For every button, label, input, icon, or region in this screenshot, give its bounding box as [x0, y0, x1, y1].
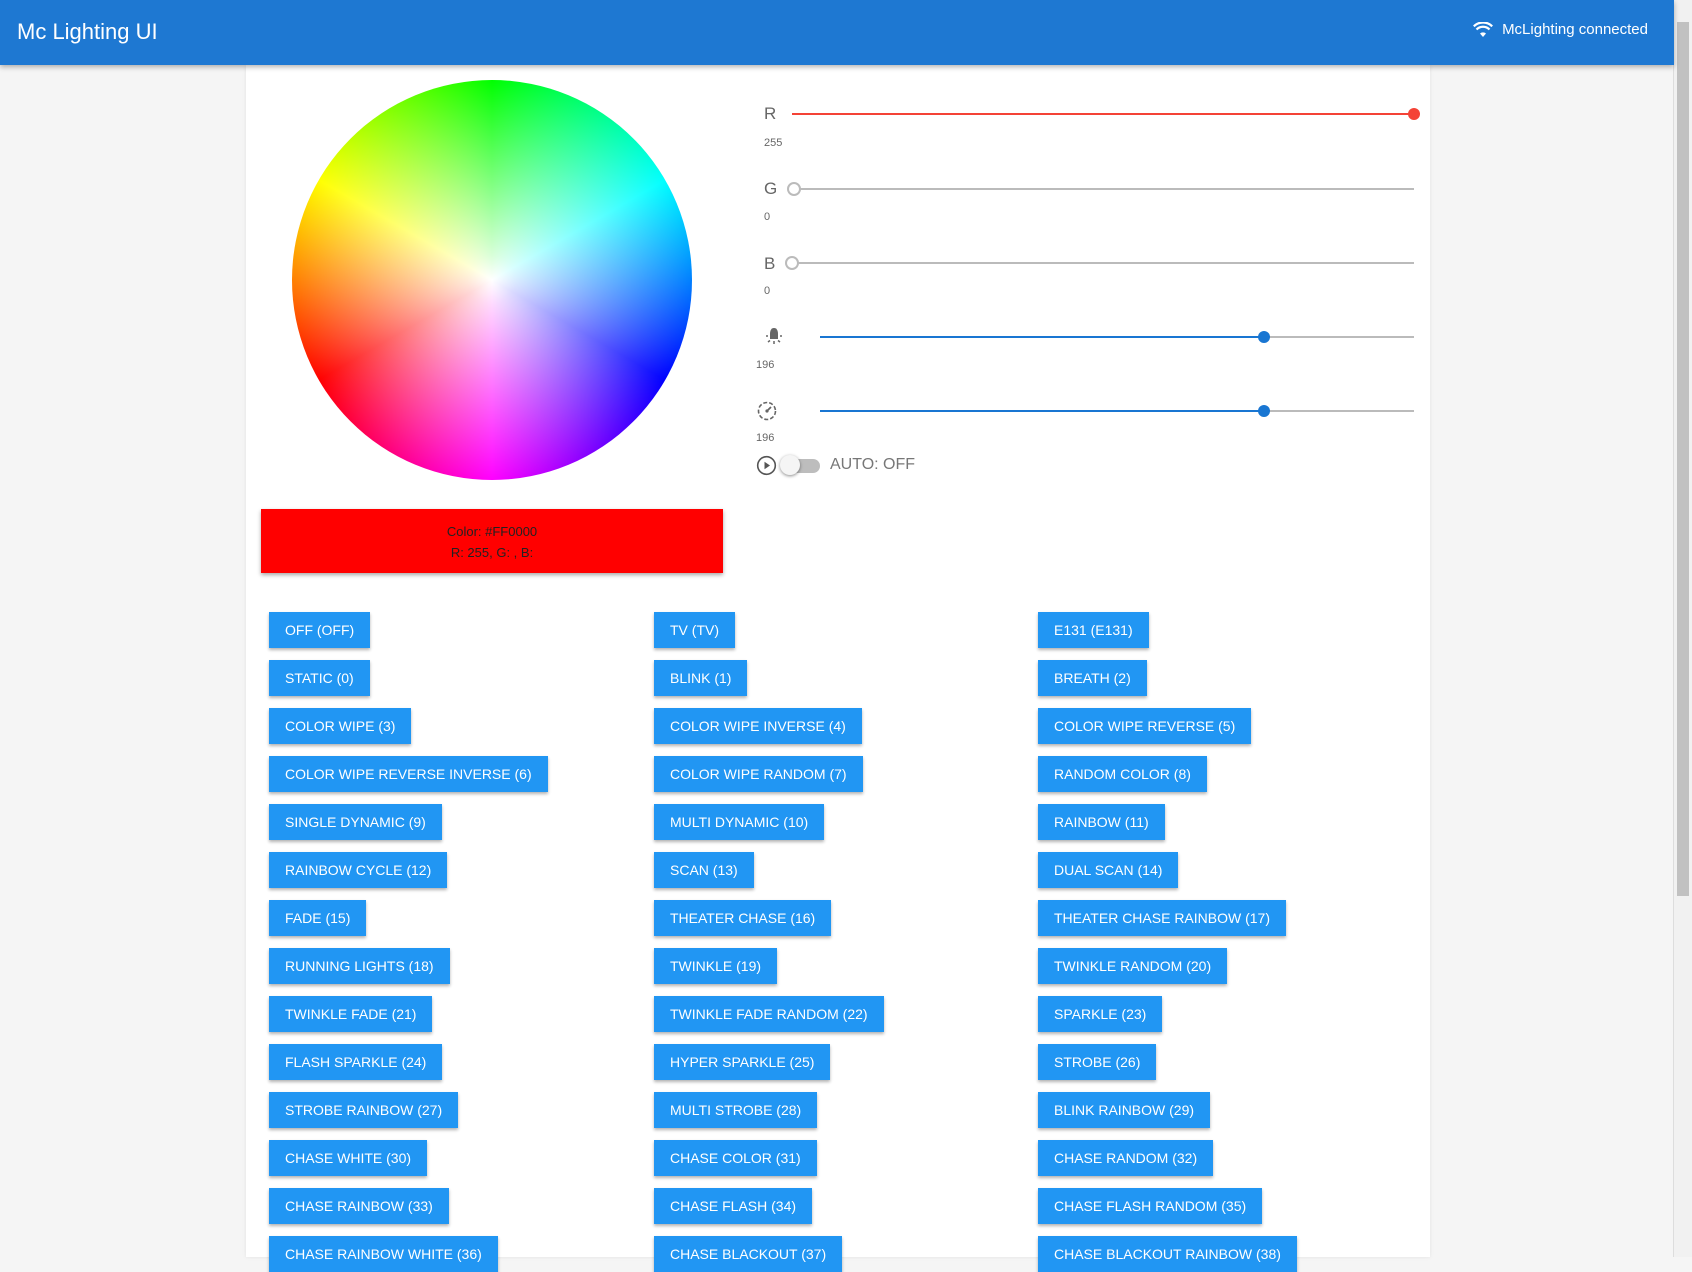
- speed-slider-thumb[interactable]: [1258, 405, 1270, 417]
- mode-button[interactable]: TWINKLE RANDOM (20): [1038, 948, 1228, 984]
- mode-button[interactable]: SINGLE DYNAMIC (9): [269, 804, 442, 840]
- mode-button[interactable]: THEATER CHASE (16): [654, 900, 832, 936]
- color-preview: Color: #FF0000 R: 255, G: , B:: [261, 509, 723, 573]
- mode-button[interactable]: CHASE RAINBOW (33): [269, 1188, 449, 1224]
- scrollbar-thumb[interactable]: [1677, 22, 1689, 896]
- mode-button[interactable]: CHASE RAINBOW WHITE (36): [269, 1236, 498, 1272]
- app-bar: Mc Lighting UI McLighting connected: [0, 0, 1674, 65]
- color-hex-text: Color: #FF0000: [446, 524, 538, 539]
- mode-button[interactable]: E131 (E131): [1038, 612, 1149, 648]
- mode-button[interactable]: COLOR WIPE INVERSE (4): [654, 708, 862, 744]
- blue-slider-track[interactable]: [790, 262, 1414, 264]
- mode-button[interactable]: TWINKLE (19): [654, 948, 778, 984]
- blue-value: 0: [764, 285, 771, 297]
- mode-button[interactable]: CHASE RANDOM (32): [1038, 1140, 1214, 1176]
- blue-slider-label: B: [764, 254, 776, 273]
- auto-toggle[interactable]: [780, 455, 800, 475]
- mode-button[interactable]: CHASE FLASH (34): [654, 1188, 813, 1224]
- brightness-slider-fill: [820, 336, 1264, 338]
- speed-value: 196: [756, 432, 775, 444]
- mode-button[interactable]: CHASE WHITE (30): [269, 1140, 428, 1176]
- red-slider-thumb[interactable]: [1408, 108, 1420, 120]
- mode-button[interactable]: BLINK (1): [654, 660, 748, 696]
- mode-button[interactable]: FLASH SPARKLE (24): [269, 1044, 443, 1080]
- mode-button[interactable]: CHASE BLACKOUT (37): [654, 1236, 843, 1272]
- mode-button[interactable]: STROBE (26): [1038, 1044, 1157, 1080]
- brightness-icon: [766, 328, 782, 344]
- mode-button[interactable]: MULTI STROBE (28): [654, 1092, 818, 1128]
- speed-icon: [757, 401, 777, 421]
- mode-button[interactable]: CHASE FLASH RANDOM (35): [1038, 1188, 1263, 1224]
- green-slider-label: G: [764, 179, 778, 198]
- play-icon: [756, 455, 777, 476]
- mode-button[interactable]: STATIC (0): [269, 660, 370, 696]
- page-scrollbar[interactable]: [1673, 0, 1692, 1257]
- red-slider-label: R: [764, 104, 777, 123]
- red-value: 255: [764, 137, 783, 149]
- mode-button[interactable]: MULTI DYNAMIC (10): [654, 804, 825, 840]
- connection-status: McLighting connected: [1473, 21, 1648, 38]
- mode-button[interactable]: CHASE BLACKOUT RAINBOW (38): [1038, 1236, 1297, 1272]
- wifi-icon: [1473, 21, 1494, 37]
- mode-button[interactable]: CHASE COLOR (31): [654, 1140, 817, 1176]
- auto-label: AUTO: OFF: [830, 456, 916, 473]
- speed-slider-fill: [820, 410, 1264, 412]
- color-wheel[interactable]: [292, 80, 692, 480]
- mode-button[interactable]: TWINKLE FADE (21): [269, 996, 433, 1032]
- mode-button[interactable]: SCAN (13): [654, 852, 754, 888]
- mode-button[interactable]: BLINK RAINBOW (29): [1038, 1092, 1211, 1128]
- mode-button[interactable]: SPARKLE (23): [1038, 996, 1163, 1032]
- mode-button[interactable]: RUNNING LIGHTS (18): [269, 948, 450, 984]
- brightness-value: 196: [756, 359, 775, 371]
- green-value: 0: [764, 211, 771, 223]
- app-title: Mc Lighting UI: [17, 19, 158, 44]
- mode-button[interactable]: BREATH (2): [1038, 660, 1147, 696]
- mode-button[interactable]: OFF (OFF): [269, 612, 371, 648]
- green-slider-track[interactable]: [792, 188, 1414, 190]
- mode-button[interactable]: RANDOM COLOR (8): [1038, 756, 1207, 792]
- mode-button[interactable]: THEATER CHASE RAINBOW (17): [1038, 900, 1286, 936]
- connection-status-text: McLighting connected: [1502, 21, 1648, 38]
- green-slider-thumb[interactable]: [787, 182, 801, 196]
- mode-button[interactable]: HYPER SPARKLE (25): [654, 1044, 831, 1080]
- mode-button[interactable]: DUAL SCAN (14): [1038, 852, 1179, 888]
- blue-slider-thumb[interactable]: [785, 256, 799, 270]
- mode-button[interactable]: RAINBOW CYCLE (12): [269, 852, 448, 888]
- mode-button[interactable]: COLOR WIPE RANDOM (7): [654, 756, 863, 792]
- color-rgb-text: R: 255, G: , B:: [450, 545, 534, 560]
- brightness-slider-thumb[interactable]: [1258, 331, 1270, 343]
- mode-button[interactable]: COLOR WIPE REVERSE INVERSE (6): [269, 756, 548, 792]
- mode-button[interactable]: COLOR WIPE REVERSE (5): [1038, 708, 1252, 744]
- mode-button[interactable]: COLOR WIPE (3): [269, 708, 412, 744]
- red-slider-track[interactable]: [792, 113, 1414, 115]
- mode-button[interactable]: RAINBOW (11): [1038, 804, 1165, 840]
- mode-button[interactable]: TV (TV): [654, 612, 735, 648]
- mode-button[interactable]: TWINKLE FADE RANDOM (22): [654, 996, 884, 1032]
- mode-button[interactable]: STROBE RAINBOW (27): [269, 1092, 459, 1128]
- mode-button[interactable]: FADE (15): [269, 900, 367, 936]
